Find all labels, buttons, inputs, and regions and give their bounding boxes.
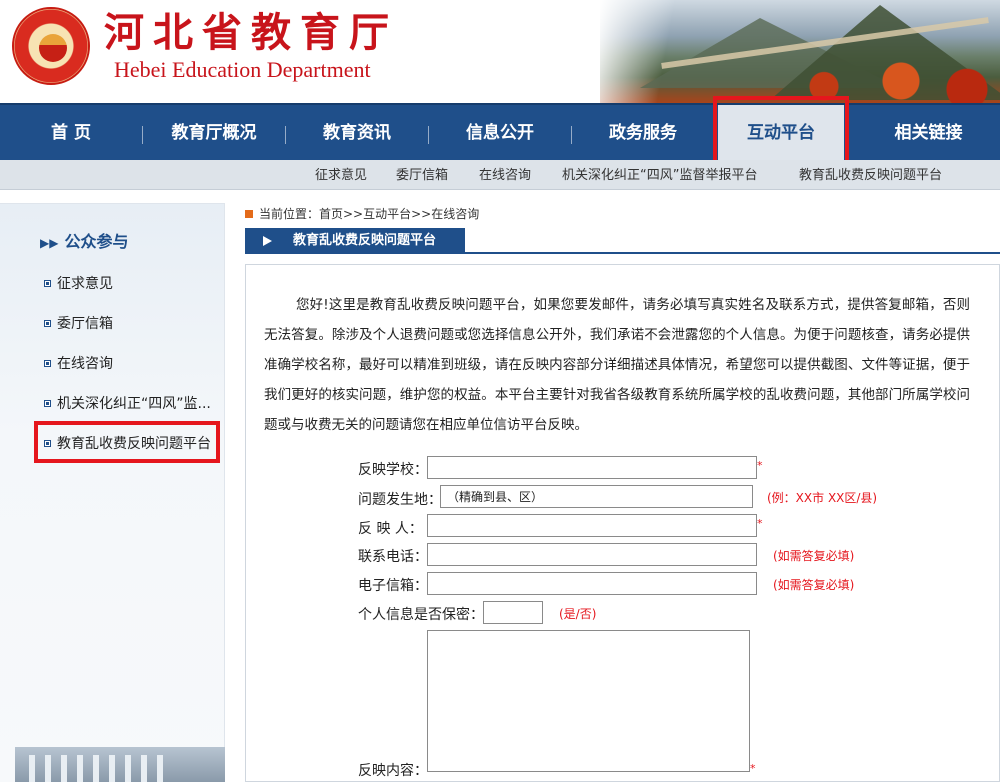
site-title-en: Hebei Education Department xyxy=(114,57,371,82)
sidebar-item-fee-report-platform[interactable]: 教育乱收费反映问题平台 xyxy=(44,433,211,453)
location-label: 问题发生地： xyxy=(358,492,442,508)
reporter-label: 反 映 人： xyxy=(358,521,423,537)
section-tab-bar: 教育乱收费反映问题平台 xyxy=(245,228,1000,254)
subnav-four-winds-report[interactable]: 机关深化纠正“四风”监督举报平台 xyxy=(562,160,757,190)
play-arrow-icon xyxy=(263,236,272,246)
logo-emblem-icon xyxy=(39,34,67,62)
sidebar-item-solicit-opinions[interactable]: 征求意见 xyxy=(44,273,113,293)
school-input[interactable] xyxy=(427,456,757,479)
privacy-label: 个人信息是否保密： xyxy=(358,607,484,623)
building-image xyxy=(15,747,225,782)
nav-related-links[interactable]: 相关链接 xyxy=(857,105,1000,162)
square-bullet-icon xyxy=(44,360,51,367)
school-label: 反映学校： xyxy=(358,462,428,478)
nav-interactive-platform[interactable]: 互动平台 xyxy=(718,105,844,162)
sub-nav: 征求意见 委厅信箱 在线咨询 机关深化纠正“四风”监督举报平台 教育乱收费反映问… xyxy=(0,160,1000,190)
section-tab: 教育乱收费反映问题平台 xyxy=(245,228,465,254)
square-bullet-icon xyxy=(44,320,51,327)
email-hint: (如需答复必填) xyxy=(773,578,855,592)
square-bullet-icon xyxy=(44,400,51,407)
email-input[interactable] xyxy=(427,572,757,595)
required-mark: * xyxy=(757,459,763,472)
subnav-mailbox[interactable]: 委厅信箱 xyxy=(396,160,448,190)
phone-hint: (如需答复必填) xyxy=(773,549,855,563)
location-marker-icon xyxy=(245,210,253,218)
main-nav: 首 页 教育厅概况 教育资讯 信息公开 政务服务 互动平台 相关链接 xyxy=(0,103,1000,162)
site-title-cn: 河北省教育厅 xyxy=(104,9,398,56)
privacy-hint: (是/否) xyxy=(559,607,597,621)
location-hint: (例：XX市 XX区/县) xyxy=(767,491,878,505)
sidebar-item-online-consult[interactable]: 在线咨询 xyxy=(44,353,113,373)
nav-home[interactable]: 首 页 xyxy=(0,105,142,162)
content-label: 反映内容： xyxy=(358,763,428,779)
sidebar-title: ▶▶ 公众参与 xyxy=(40,232,129,251)
nav-news[interactable]: 教育资讯 xyxy=(286,105,428,162)
double-arrow-icon: ▶▶ xyxy=(40,236,59,250)
site-header: 河北省教育厅 Hebei Education Department xyxy=(0,0,1000,103)
breadcrumb: 当前位置：首页>>互动平台>>在线咨询 xyxy=(245,205,479,222)
sidebar-item-mailbox[interactable]: 委厅信箱 xyxy=(44,313,113,333)
subnav-solicit-opinions[interactable]: 征求意见 xyxy=(315,160,367,190)
location-input[interactable] xyxy=(440,485,753,508)
phone-input[interactable] xyxy=(427,543,757,566)
content-textarea[interactable] xyxy=(427,630,750,772)
subnav-online-consult[interactable]: 在线咨询 xyxy=(479,160,531,190)
reporter-input[interactable] xyxy=(427,514,757,537)
sidebar-item-four-winds-report[interactable]: 机关深化纠正“四风”监... xyxy=(44,393,211,413)
email-label: 电子信箱： xyxy=(358,578,428,594)
nav-info-disclosure[interactable]: 信息公开 xyxy=(429,105,571,162)
nav-overview[interactable]: 教育厅概况 xyxy=(143,105,285,162)
privacy-input[interactable] xyxy=(483,601,543,624)
great-wall-banner xyxy=(600,0,1000,103)
subnav-fee-report-platform[interactable]: 教育乱收费反映问题平台 xyxy=(799,160,942,190)
nav-gov-services[interactable]: 政务服务 xyxy=(572,105,714,162)
intro-text: 您好!这里是教育乱收费反映问题平台，如果您要发邮件，请务必填写真实姓名及联系方式… xyxy=(264,297,970,433)
required-mark: * xyxy=(750,762,756,775)
square-bullet-icon xyxy=(44,280,51,287)
required-mark: * xyxy=(757,517,763,530)
square-bullet-icon xyxy=(44,440,51,447)
department-logo xyxy=(12,7,90,85)
phone-label: 联系电话： xyxy=(358,549,428,565)
